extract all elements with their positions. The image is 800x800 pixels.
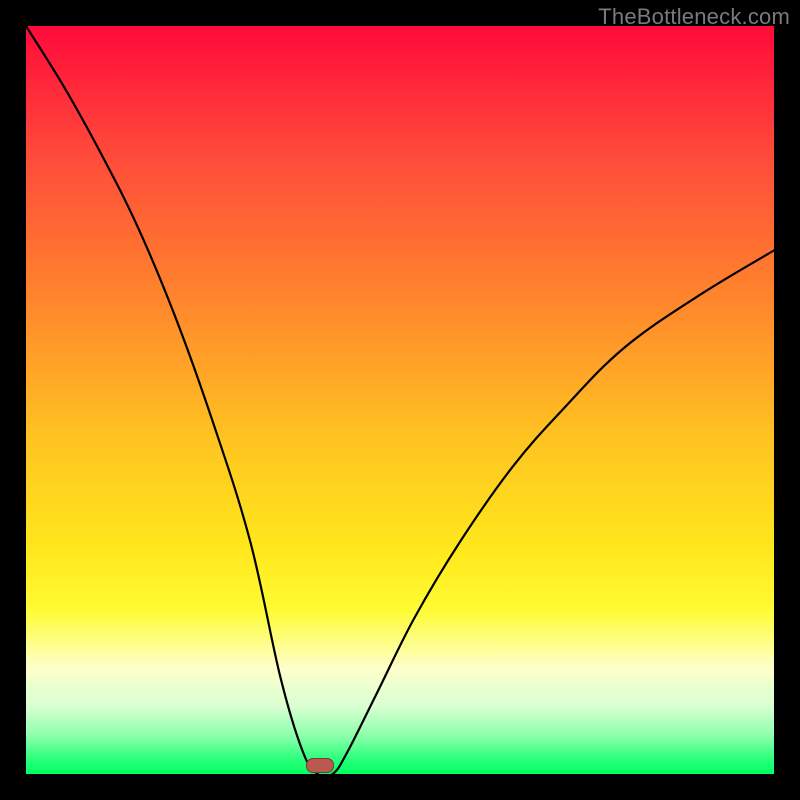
optimal-marker: [306, 758, 334, 773]
plot-area: [26, 26, 774, 774]
curve-line: [26, 26, 774, 774]
